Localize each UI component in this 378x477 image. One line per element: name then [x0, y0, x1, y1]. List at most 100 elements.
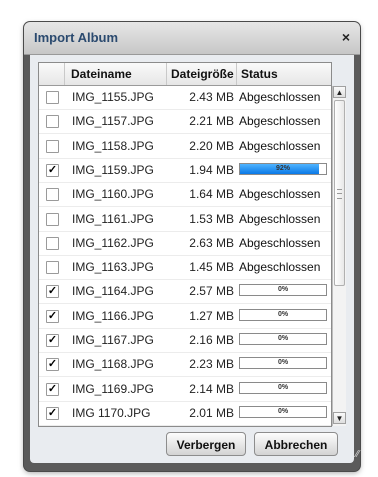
grip-icon [337, 189, 342, 199]
row-checkbox[interactable] [46, 139, 59, 153]
row-check-cell: ✓ [39, 402, 65, 425]
status-text: Abgeschlossen [239, 211, 321, 226]
status-text: Abgeschlossen [239, 138, 321, 153]
table-row[interactable]: ✓ IMG_1166.JPG 1.27 MB 0% [39, 305, 331, 329]
row-check-cell [39, 183, 65, 206]
row-checkbox[interactable] [46, 236, 59, 250]
row-check-cell [39, 135, 65, 158]
upload-progress-bar: 0% [239, 381, 327, 394]
table-row[interactable]: ✓ IMG 1170.JPG 2.01 MB 0% [39, 402, 331, 426]
row-filename: IMG_1166.JPG [72, 308, 154, 323]
row-filename: IMG_1157.JPG [72, 114, 154, 129]
row-check-cell [39, 232, 65, 255]
row-filename: IMG_1167.JPG [72, 333, 154, 347]
row-filename: IMG_1161.JPG [72, 211, 154, 226]
row-check-cell: ✓ [39, 305, 65, 328]
status-text: Abgeschlossen [239, 187, 321, 202]
row-check-cell [39, 256, 65, 279]
row-filesize: 1.64 MB [189, 187, 234, 202]
hide-button[interactable]: Verbergen [166, 432, 246, 456]
row-status: Abgeschlossen [237, 135, 331, 158]
row-checkbox[interactable]: ✓ [46, 382, 59, 396]
status-text: Abgeschlossen [239, 114, 321, 129]
progress-label: 0% [277, 359, 289, 367]
row-check-cell [39, 208, 65, 231]
row-filename: IMG_1163.JPG [72, 260, 154, 275]
row-checkbox[interactable]: ✓ [46, 406, 59, 420]
row-status: Abgeschlossen [237, 86, 331, 109]
table-row[interactable]: ✓ IMG_1168.JPG 2.23 MB 0% [39, 353, 331, 378]
row-checkbox[interactable] [46, 188, 59, 202]
close-icon[interactable]: × [342, 29, 350, 45]
row-filesize: 1.94 MB [189, 162, 234, 177]
row-filesize: 1.53 MB [189, 211, 234, 226]
row-check-cell: ✓ [39, 329, 65, 352]
row-status: 0% [237, 305, 331, 328]
table-row[interactable]: IMG_1155.JPG 2.43 MB Abgeschlossen [39, 86, 331, 110]
row-filename: IMG 1170.JPG [72, 405, 151, 420]
table-row[interactable]: IMG_1160.JPG 1.64 MB Abgeschlossen [39, 183, 331, 208]
table-row[interactable]: IMG_1162.JPG 2.63 MB Abgeschlossen [39, 232, 331, 256]
row-filesize: 1.45 MB [189, 260, 234, 275]
upload-progress-bar: 92% [239, 162, 327, 175]
scroll-thumb[interactable] [334, 100, 345, 286]
row-status: 92% [237, 159, 331, 182]
header-check-column[interactable] [39, 63, 65, 85]
table-row[interactable]: ✓ IMG_1167.JPG 2.16 MB 0% [39, 329, 331, 353]
header-filename[interactable]: Dateiname [65, 63, 167, 85]
row-checkbox[interactable]: ✓ [46, 358, 59, 372]
progress-label: 92% [275, 164, 290, 172]
row-status: Abgeschlossen [237, 256, 331, 279]
row-checkbox[interactable]: ✓ [46, 285, 59, 299]
row-check-cell: ✓ [39, 159, 65, 182]
table-row[interactable]: IMG_1161.JPG 1.53 MB Abgeschlossen [39, 208, 331, 232]
row-check-cell: ✓ [39, 280, 65, 303]
row-status: Abgeschlossen [237, 232, 331, 255]
table-row[interactable]: IMG_1157.JPG 2.21 MB Abgeschlossen [39, 110, 331, 135]
table-row[interactable]: IMG_1158.JPG 2.20 MB Abgeschlossen [39, 135, 331, 159]
row-checkbox[interactable] [46, 261, 59, 275]
row-status: Abgeschlossen [237, 110, 331, 133]
progress-label: 0% [277, 383, 289, 391]
row-filesize: 2.43 MB [189, 90, 234, 104]
header-filesize[interactable]: Dateigröße [167, 63, 237, 85]
row-filesize: 2.14 MB [189, 381, 234, 396]
file-table: Dateiname Dateigröße Status IMG_1155.JPG… [38, 62, 332, 427]
row-checkbox[interactable]: ✓ [46, 309, 59, 323]
row-filename: IMG_1162.JPG [72, 235, 154, 250]
row-filesize: 2.21 MB [189, 114, 234, 129]
row-filesize: 1.27 MB [189, 308, 234, 323]
scroll-down-icon[interactable]: ▼ [333, 412, 346, 424]
row-status: Abgeschlossen [237, 208, 331, 231]
cancel-button[interactable]: Abbrechen [254, 432, 338, 456]
row-status: 0% [237, 329, 331, 352]
resize-handle-icon[interactable]: ⁄⁄ [356, 450, 366, 460]
scroll-up-icon[interactable]: ▲ [333, 86, 346, 98]
dialog-titlebar[interactable]: Import Album × [24, 22, 360, 55]
row-check-cell: ✓ [39, 378, 65, 401]
progress-label: 0% [277, 310, 289, 318]
dialog-title: Import Album [34, 30, 119, 45]
upload-progress-bar: 0% [239, 357, 327, 370]
row-filesize: 2.57 MB [189, 284, 234, 299]
row-checkbox[interactable] [46, 212, 59, 226]
status-text: Abgeschlossen [239, 90, 321, 104]
table-scrollbar[interactable]: ▲ ▼ [332, 86, 346, 426]
row-checkbox[interactable] [46, 115, 59, 129]
row-check-cell [39, 110, 65, 133]
upload-progress-bar: 0% [239, 308, 327, 321]
table-row[interactable]: ✓ IMG_1164.JPG 2.57 MB 0% [39, 280, 331, 305]
table-row[interactable]: IMG_1163.JPG 1.45 MB Abgeschlossen [39, 256, 331, 281]
table-row[interactable]: ✓ IMG_1169.JPG 2.14 MB 0% [39, 378, 331, 402]
row-status: Abgeschlossen [237, 183, 331, 206]
row-filename: IMG_1160.JPG [72, 187, 154, 202]
row-checkbox[interactable] [46, 91, 59, 104]
table-row[interactable]: ✓ IMG_1159.JPG 1.94 MB 92% [39, 159, 331, 183]
row-checkbox[interactable]: ✓ [46, 334, 59, 347]
row-checkbox[interactable]: ✓ [46, 163, 59, 177]
row-filename: IMG_1169.JPG [72, 381, 154, 396]
progress-label: 0% [277, 286, 289, 294]
upload-progress-bar: 0% [239, 284, 327, 297]
header-status[interactable]: Status [237, 63, 331, 85]
row-filesize: 2.23 MB [189, 357, 234, 372]
